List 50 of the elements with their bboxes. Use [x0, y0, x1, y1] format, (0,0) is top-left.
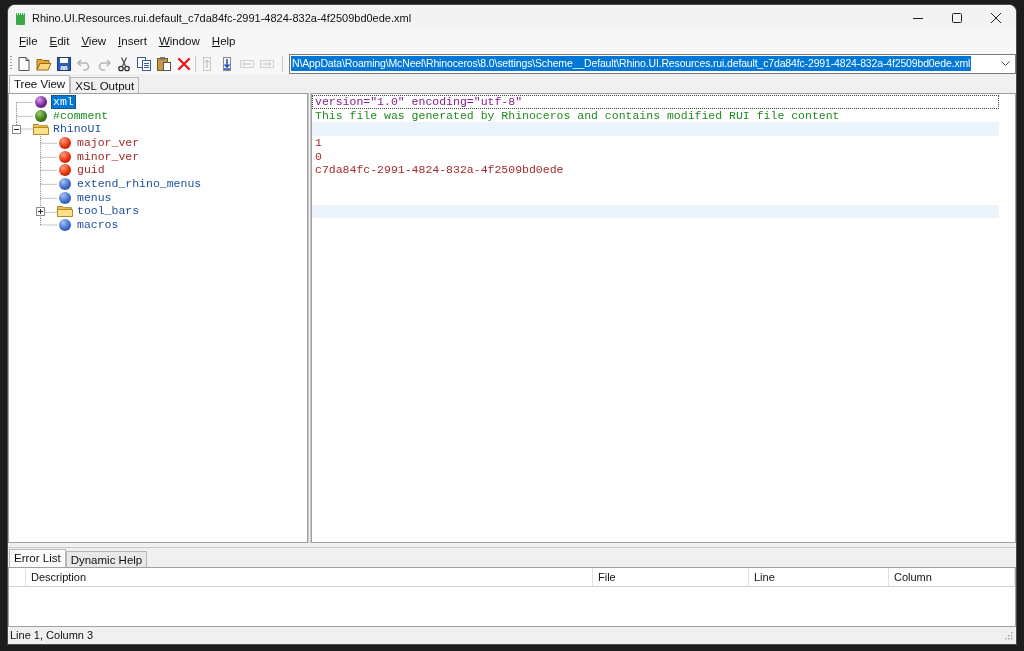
- tree-node-label[interactable]: guid: [75, 163, 107, 178]
- path-combobox[interactable]: N\AppData\Roaming\McNeel\Rhinoceros\8.0\settings\Scheme__Default\Rhino.UI.Resources.rui.default_c7da84fc-2991-4824-832a-4f2509bd0ede.xml: [289, 53, 1016, 74]
- menu-item[interactable]: Window: [152, 32, 206, 52]
- node-value-text: 0: [315, 150, 322, 163]
- window-title: Rhino.UI.Resources.rui.default_c7da84fc-2991-4824-832a-4f2509bd0ede.xml: [32, 10, 412, 26]
- panel-tab[interactable]: Dynamic Help: [65, 551, 148, 567]
- node-value-text: This file was generated by Rhinoceros and contains modified RUI file content: [315, 109, 840, 122]
- column-header[interactable]: Description: [26, 568, 593, 586]
- tree-node-label[interactable]: #comment: [51, 108, 111, 123]
- view-tab[interactable]: XSL Output: [70, 77, 140, 93]
- collapse-icon[interactable]: [12, 124, 21, 134]
- tree-connector: [40, 177, 57, 191]
- column-header[interactable]: Column: [889, 568, 1015, 586]
- tree-node-label[interactable]: RhinoUI: [51, 122, 104, 137]
- menu-item[interactable]: Insert: [112, 32, 153, 52]
- maximize-icon: [951, 13, 962, 23]
- view-tab[interactable]: Tree View: [9, 75, 71, 93]
- expand-icon[interactable]: [36, 207, 45, 216]
- node-value-text: version="1.0" encoding="utf-8": [315, 95, 523, 108]
- menu-item[interactable]: File: [13, 32, 44, 52]
- folder-icon: [57, 205, 73, 218]
- notepad-icon: [16, 11, 25, 25]
- column-header[interactable]: Line: [749, 568, 889, 586]
- tree-node-label[interactable]: minor_ver: [75, 149, 142, 164]
- node-value-text: 1: [315, 136, 322, 149]
- menu-item[interactable]: Edit: [43, 32, 76, 52]
- tree-node-label[interactable]: major_ver: [75, 135, 142, 150]
- node-value-text: c7da84fc-2991-4824-832a-4f2509bd0ede: [315, 164, 564, 177]
- tree-connector: [40, 136, 57, 150]
- tree-node-label[interactable]: extend_rhino_menus: [75, 176, 204, 191]
- tree-connector: [40, 190, 57, 205]
- tree-node-label[interactable]: tool_bars: [75, 204, 142, 219]
- folder-icon: [33, 123, 49, 136]
- menu-item[interactable]: Help: [205, 32, 242, 52]
- minimize-icon: [912, 17, 923, 19]
- chevron-down-icon: [1001, 61, 1010, 66]
- path-text: N\AppData\Roaming\McNeel\Rhinoceros\8.0\settings\Scheme__Default\Rhino.UI.Resources.rui.default_c7da84fc-2991-4824-832a-4f2509bd0ede.xml: [291, 56, 972, 71]
- column-header[interactable]: File: [593, 568, 749, 586]
- tree-node-label[interactable]: menus: [75, 190, 114, 205]
- menu-item[interactable]: View: [75, 32, 113, 52]
- tree-connector: [40, 149, 57, 164]
- resize-grip-icon[interactable]: [1004, 631, 1013, 640]
- status-text: Line 1, Column 3: [10, 628, 94, 644]
- close-icon: [990, 13, 1001, 23]
- tree-node-label[interactable]: xml: [51, 94, 76, 109]
- tree-node-label[interactable]: macros: [75, 218, 121, 233]
- tree-connector: [40, 163, 57, 178]
- delete-icon: [176, 55, 192, 72]
- panel-tab[interactable]: Error List: [9, 549, 66, 567]
- scissors-icon: [116, 55, 132, 72]
